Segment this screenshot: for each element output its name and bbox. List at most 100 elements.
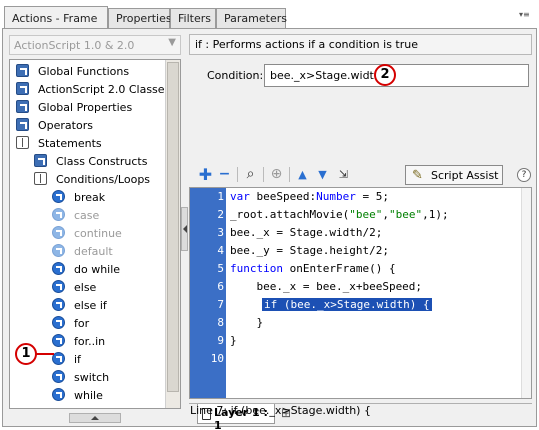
line-number: 8 (217, 316, 224, 329)
code-line[interactable]: bee._x = bee._x+beeSpeed; (230, 280, 422, 293)
target-path-icon[interactable]: ⊕ (268, 166, 285, 183)
condition-label: Condition: (207, 69, 264, 82)
tree-item-label: do while (74, 263, 121, 276)
tree-item-label: switch (74, 371, 110, 384)
code-line[interactable]: function onEnterFrame() { (230, 262, 396, 275)
tab-parameters-label: Parameters (224, 12, 287, 25)
panel-splitter[interactable] (181, 59, 189, 421)
book-icon (16, 64, 29, 77)
line-number: 2 (217, 208, 224, 221)
action-icon (52, 334, 65, 347)
action-icon (52, 298, 65, 311)
tree-item-label: default (74, 245, 113, 258)
line-number: 4 (217, 244, 224, 257)
expand-icon[interactable]: ⇲ (335, 166, 352, 183)
callout-badge-2: 2 (374, 64, 396, 86)
tree-item-operators[interactable]: Operators (10, 116, 165, 134)
line-number: 5 (217, 262, 224, 275)
action-description: if : Performs actions if a condition is … (189, 34, 532, 55)
callout-leader-line (36, 353, 54, 355)
action-icon (52, 190, 65, 203)
panel-tab-strip: Actions - Frame× Properties Filters Para… (0, 0, 539, 28)
code-line[interactable]: bee._x = Stage.width/2; (230, 226, 382, 239)
find-icon[interactable]: ⌕ (242, 166, 259, 183)
tree-item-do-while[interactable]: do while (10, 260, 165, 278)
collapse-left-pane-button[interactable] (181, 207, 188, 251)
tree-item-label: else (74, 281, 97, 294)
editor-scrollbar[interactable] (521, 188, 531, 398)
action-icon (52, 226, 65, 239)
actions-toolbox: ActionScript 1.0 & 2.0 ▼ Global Function… (9, 35, 181, 423)
collapse-toolbox-button[interactable] (69, 413, 121, 423)
tree-item-global-functions[interactable]: Global Functions (10, 62, 165, 80)
code-line[interactable]: _root.attachMovie("bee","bee",1); (230, 208, 449, 221)
tab-properties[interactable]: Properties (108, 8, 172, 28)
line-number: 3 (217, 226, 224, 239)
book-icon (16, 118, 29, 131)
code-line[interactable]: } (230, 334, 237, 347)
line-number: 9 (217, 334, 224, 347)
tree-item-switch[interactable]: switch (10, 368, 165, 386)
book-icon (16, 100, 29, 113)
tab-filters[interactable]: Filters (170, 8, 216, 28)
tab-properties-label: Properties (116, 12, 172, 25)
tree-item-while[interactable]: while (10, 386, 165, 404)
tab-parameters[interactable]: Parameters (216, 8, 287, 28)
tree-item-statements[interactable]: Statements (10, 134, 165, 152)
version-select[interactable]: ActionScript 1.0 & 2.0 ▼ (9, 35, 181, 55)
code-editor[interactable]: 1 var beeSpeed:Number = 5; 2 _root.attachMo… (189, 187, 532, 399)
move-down-icon[interactable]: ▼ (314, 166, 331, 183)
chevron-down-icon: ▼ (168, 37, 176, 48)
tree-item-actionscript-2-0-classes[interactable]: ActionScript 2.0 Classes (10, 80, 170, 98)
script-pane: if : Performs actions if a condition is … (189, 29, 536, 430)
panel-menu-icon[interactable]: ▾≡ (519, 10, 533, 22)
tree-item-class-constructs[interactable]: Class Constructs (10, 152, 165, 170)
tree-item-label: for..in (74, 335, 106, 348)
book-icon (16, 82, 29, 95)
tree-item-label: if (74, 353, 81, 366)
tree-item-label: break (74, 191, 106, 204)
action-icon (52, 370, 65, 383)
tree-item-label: while (74, 389, 103, 402)
code-line[interactable]: var beeSpeed:Number = 5; (230, 190, 389, 203)
tab-filters-label: Filters (178, 12, 211, 25)
tab-actions-frame-label: Actions - Frame (12, 12, 98, 25)
script-assist-button[interactable]: ✎ Script Assist (405, 165, 503, 185)
tree-item-label: continue (74, 227, 122, 240)
action-icon (52, 244, 65, 257)
line-number: 7 (217, 298, 224, 311)
delete-item-icon[interactable]: − (216, 166, 233, 183)
tree-scrollbar[interactable] (165, 60, 180, 408)
add-item-icon[interactable]: ✚ (197, 166, 214, 183)
tree-item-default[interactable]: default (10, 242, 165, 260)
move-up-icon[interactable]: ▲ (294, 166, 311, 183)
code-line[interactable]: bee._y = Stage.height/2; (230, 244, 389, 257)
tree-item-else-if[interactable]: else if (10, 296, 165, 314)
tree-item-label: else if (74, 299, 107, 312)
selected-code-line[interactable]: if (bee._x>Stage.width) { (262, 298, 432, 311)
open-book-icon (16, 136, 29, 149)
scrollbar-thumb[interactable] (167, 62, 179, 392)
tree-item-case[interactable]: case (10, 206, 165, 224)
tree-item-break[interactable]: break (10, 188, 165, 206)
tree-item-label: Conditions/Loops (56, 173, 151, 186)
code-line[interactable]: } (230, 316, 263, 329)
tree-item-global-properties[interactable]: Global Properties (10, 98, 165, 116)
book-icon (34, 154, 47, 167)
actions-panel: ActionScript 1.0 & 2.0 ▼ Global Function… (2, 28, 537, 430)
action-icon (52, 280, 65, 293)
tree-item-else[interactable]: else (10, 278, 165, 296)
line-number: 1 (217, 190, 224, 203)
script-toolbar: ✚ − ⌕ ⊕ ▲ ▼ ⇲ ✎ Script Assist ? (189, 163, 536, 187)
help-icon[interactable]: ? (517, 168, 531, 182)
tree-item-label: Global Properties (38, 101, 133, 114)
tree-item-for[interactable]: for (10, 314, 165, 332)
script-assist-label: Script Assist (431, 169, 499, 182)
tree-item-label: Class Constructs (56, 155, 148, 168)
tree-item-conditions-loops[interactable]: Conditions/Loops (10, 170, 165, 188)
version-select-value: ActionScript 1.0 & 2.0 (14, 39, 135, 52)
tree-item-continue[interactable]: continue (10, 224, 165, 242)
condition-field[interactable]: bee._x>Stage.width (264, 64, 529, 87)
tab-actions-frame[interactable]: Actions - Frame× (4, 6, 118, 28)
action-icon (52, 316, 65, 329)
